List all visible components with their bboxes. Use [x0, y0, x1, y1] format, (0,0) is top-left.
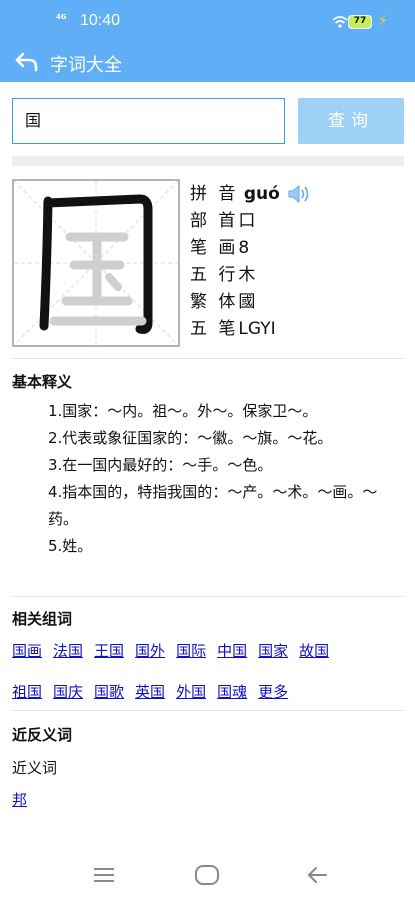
definition-item: 2.代表或象征国家的：～徽。～旗。～花。 [48, 429, 333, 447]
divider [12, 596, 404, 597]
pinyin-row: 拼 音 guó [190, 181, 311, 208]
related-words-title: 相关组词 [12, 610, 73, 628]
back-nav-icon[interactable] [306, 865, 328, 885]
word-link[interactable]: 法国 [53, 642, 83, 660]
menu-icon[interactable] [93, 867, 115, 883]
definition-item: 4.指本国的，特指我国的：～产。～术。～画。～药。 [48, 483, 378, 528]
word-link[interactable]: 祖国 [12, 683, 42, 701]
separator-bar [12, 156, 404, 166]
divider [12, 710, 404, 711]
charging-icon: ⚡ [378, 13, 388, 29]
speaker-icon[interactable] [287, 183, 311, 205]
basic-meaning-title: 基本释义 [12, 373, 73, 391]
writing-grid [14, 181, 178, 345]
word-link[interactable]: 国魂 [217, 683, 247, 701]
more-link[interactable]: 更多 [258, 683, 288, 701]
definition-item: 1.国家：～内。祖～。外～。保家卫～。 [48, 402, 318, 420]
word-link[interactable]: 王国 [94, 642, 124, 660]
strokes-row: 笔 画8 [190, 238, 250, 258]
radical-row: 部 首口 [190, 211, 256, 231]
home-icon[interactable] [195, 865, 219, 885]
traditional-value: 國 [238, 292, 256, 312]
back-arrow-icon[interactable] [14, 48, 40, 74]
synonym-link[interactable]: 邦 [12, 789, 27, 810]
word-link[interactable]: 国画 [12, 642, 42, 660]
word-link[interactable]: 国际 [176, 642, 206, 660]
word-link[interactable]: 英国 [135, 683, 165, 701]
app-bar: 字词大全 [0, 44, 415, 82]
wuxing-value: 木 [238, 265, 256, 285]
search-button[interactable]: 查询 [298, 98, 404, 144]
word-link[interactable]: 外国 [176, 683, 206, 701]
battery-icon: 77 [348, 15, 372, 29]
page-title: 字词大全 [50, 55, 122, 76]
wubi-value: LGYI [238, 319, 276, 339]
character-info: 拼 音 guó 部 首口 笔 画8 五 行木 繁 体國 五 笔LGYI [190, 181, 311, 343]
status-bar: 4G 10:40 77 ⚡ [0, 0, 415, 44]
synonyms-title: 近反义词 [12, 726, 73, 744]
character-writing-box [12, 179, 180, 347]
word-link[interactable]: 国庆 [53, 683, 83, 701]
divider [12, 358, 404, 359]
system-nav-bar [0, 850, 415, 900]
traditional-row: 繁 体國 [190, 292, 256, 312]
strokes-value: 8 [238, 238, 250, 258]
word-link[interactable]: 国外 [135, 642, 165, 660]
pinyin-value: guó [243, 184, 280, 204]
word-link[interactable]: 中国 [217, 642, 247, 660]
word-link[interactable]: 故国 [299, 642, 329, 660]
wuxing-row: 五 行木 [190, 265, 256, 285]
synonym-label: 近义词 [12, 759, 58, 777]
definition-item: 5.姓。 [48, 537, 93, 555]
definition-item: 3.在一国内最好的：～手。～色。 [48, 456, 273, 474]
word-link[interactable]: 国家 [258, 642, 288, 660]
search-input[interactable]: 国 [12, 98, 285, 144]
radical-value: 口 [238, 211, 256, 231]
basic-meaning-list: 1.国家：～内。祖～。外～。保家卫～。 2.代表或象征国家的：～徽。～旗。～花。… [48, 398, 388, 560]
network-indicator: 4G [56, 13, 67, 21]
word-link[interactable]: 国歌 [94, 683, 124, 701]
wubi-row: 五 笔LGYI [190, 319, 276, 339]
status-time: 10:40 [80, 12, 121, 29]
wifi-icon [332, 16, 348, 28]
